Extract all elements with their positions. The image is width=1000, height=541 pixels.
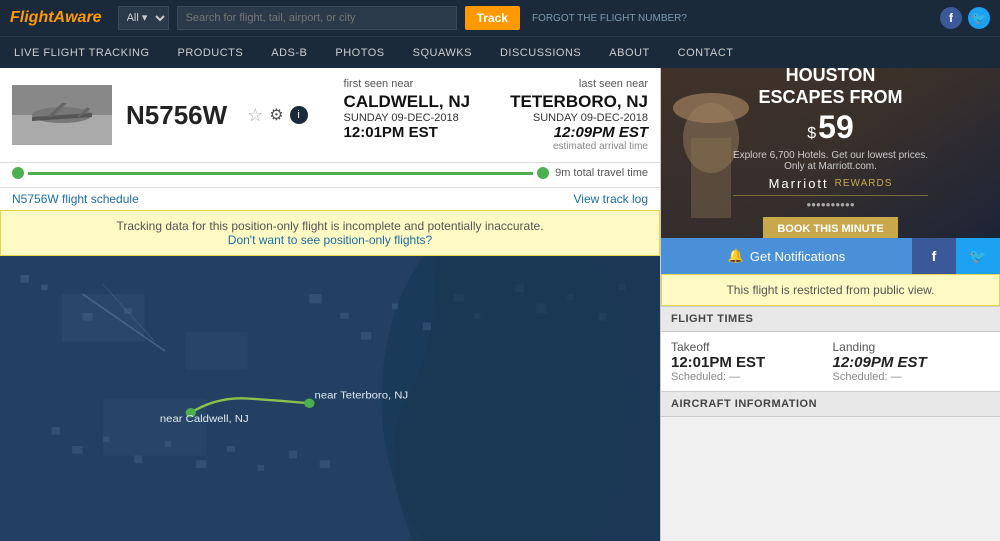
twitter-notify-button[interactable]: 🐦 [956,238,1000,274]
origin-city: CALDWELL, NJ [344,92,471,112]
svg-text:near Teterboro, NJ: near Teterboro, NJ [315,390,409,401]
flight-progress-bar [12,167,549,179]
nav-photos[interactable]: PHOTOS [321,37,398,68]
flight-schedule-link[interactable]: N5756W flight schedule [12,192,139,206]
restricted-flight-banner: This flight is restricted from public vi… [661,274,1000,306]
flight-times-header: FLIGHT TIMES [661,306,1000,332]
track-button[interactable]: Track [465,6,520,30]
aircraft-image [12,85,112,145]
right-panel: HOUSTONESCAPES FROM $ 59 Explore 6,700 H… [660,68,1000,541]
destination-note: estimated arrival time [510,141,648,152]
nav-discussions[interactable]: DISCUSSIONS [486,37,595,68]
logo-aware: Aware [54,9,102,26]
nav-contact[interactable]: CONTACT [664,37,748,68]
origin-dot [12,167,24,179]
position-only-warning: Tracking data for this position-only fli… [0,210,660,256]
marriott-rewards: REWARDS [835,178,893,189]
progress-line [28,172,533,175]
advertisement[interactable]: HOUSTONESCAPES FROM $ 59 Explore 6,700 H… [661,68,1000,238]
total-travel-time: 9m total travel time [555,167,648,179]
origin-block: first seen near CALDWELL, NJ SUNDAY 09-D… [344,78,471,152]
facebook-icon[interactable]: f [940,7,962,29]
ad-subtitle: Explore 6,700 Hotels. Get our lowest pri… [733,150,928,172]
search-category-select[interactable]: All ▾ [118,6,169,30]
get-notifications-button[interactable]: 🔔 Get Notifications [661,238,912,274]
destination-time: 12:09PM EST [510,124,648,141]
bell-icon: 🔔 [728,248,744,264]
destination-dot [537,167,549,179]
settings-gear-icon[interactable]: ⚙ [269,105,283,125]
favorite-star-icon[interactable]: ☆ [247,105,263,126]
info-icon[interactable]: i [290,106,308,124]
forgot-flight-link[interactable]: FORGOT THE FLIGHT NUMBER? [532,13,687,24]
flight-tail-number: N5756W [126,100,227,131]
takeoff-time: 12:01PM EST [671,354,829,371]
flight-map[interactable]: near Caldwell, NJ near Teterboro, NJ [0,256,660,541]
restricted-text: This flight is restricted from public vi… [726,283,934,297]
track-log-link[interactable]: View track log [574,192,648,206]
origin-date: SUNDAY 09-DEC-2018 [344,112,471,124]
ad-price: 59 [818,109,854,146]
book-now-button[interactable]: BOOK THIS MINUTE [763,217,897,238]
notifications-label: Get Notifications [750,249,845,264]
nav-about[interactable]: ABOUT [595,37,663,68]
aircraft-info-header: AIRCRAFT INFORMATION [661,391,1000,417]
origin-time: 12:01PM EST [344,124,471,141]
flight-times-grid: Takeoff 12:01PM EST Scheduled: — Landing… [661,332,1000,391]
search-input[interactable] [177,6,457,30]
warning-text: Tracking data for this position-only fli… [13,219,647,233]
notifications-row: 🔔 Get Notifications f 🐦 [661,238,1000,274]
logo[interactable]: FlightAware [10,9,102,27]
takeoff-label: Takeoff [671,340,829,354]
landing-time: 12:09PM EST [833,354,991,371]
destination-date: SUNDAY 09-DEC-2018 [510,112,648,124]
nav-ads-b[interactable]: ADS-B [257,37,321,68]
marriott-brand: Marriott [769,176,829,191]
destination-block: last seen near TETERBORO, NJ SUNDAY 09-D… [510,78,648,152]
landing-scheduled: Scheduled: — [833,371,991,383]
takeoff-scheduled: Scheduled: — [671,371,829,383]
twitter-icon[interactable]: 🐦 [968,7,990,29]
nav-products[interactable]: PRODUCTS [164,37,258,68]
logo-flight: Flight [10,9,54,26]
svg-text:near Caldwell, NJ: near Caldwell, NJ [160,414,249,425]
ad-price-prefix: $ [807,125,816,143]
nav-squawks[interactable]: SQUAWKS [399,37,486,68]
destination-city: TETERBORO, NJ [510,92,648,112]
landing-label: Landing [833,340,991,354]
nav-live-flight-tracking[interactable]: LIVE FLIGHT TRACKING [0,37,164,68]
facebook-notify-button[interactable]: f [912,238,956,274]
hide-position-only-link[interactable]: Don't want to see position-only flights? [228,233,432,247]
ad-headline: HOUSTONESCAPES FROM [733,68,928,109]
destination-label: last seen near [510,78,648,90]
origin-label: first seen near [344,78,471,90]
